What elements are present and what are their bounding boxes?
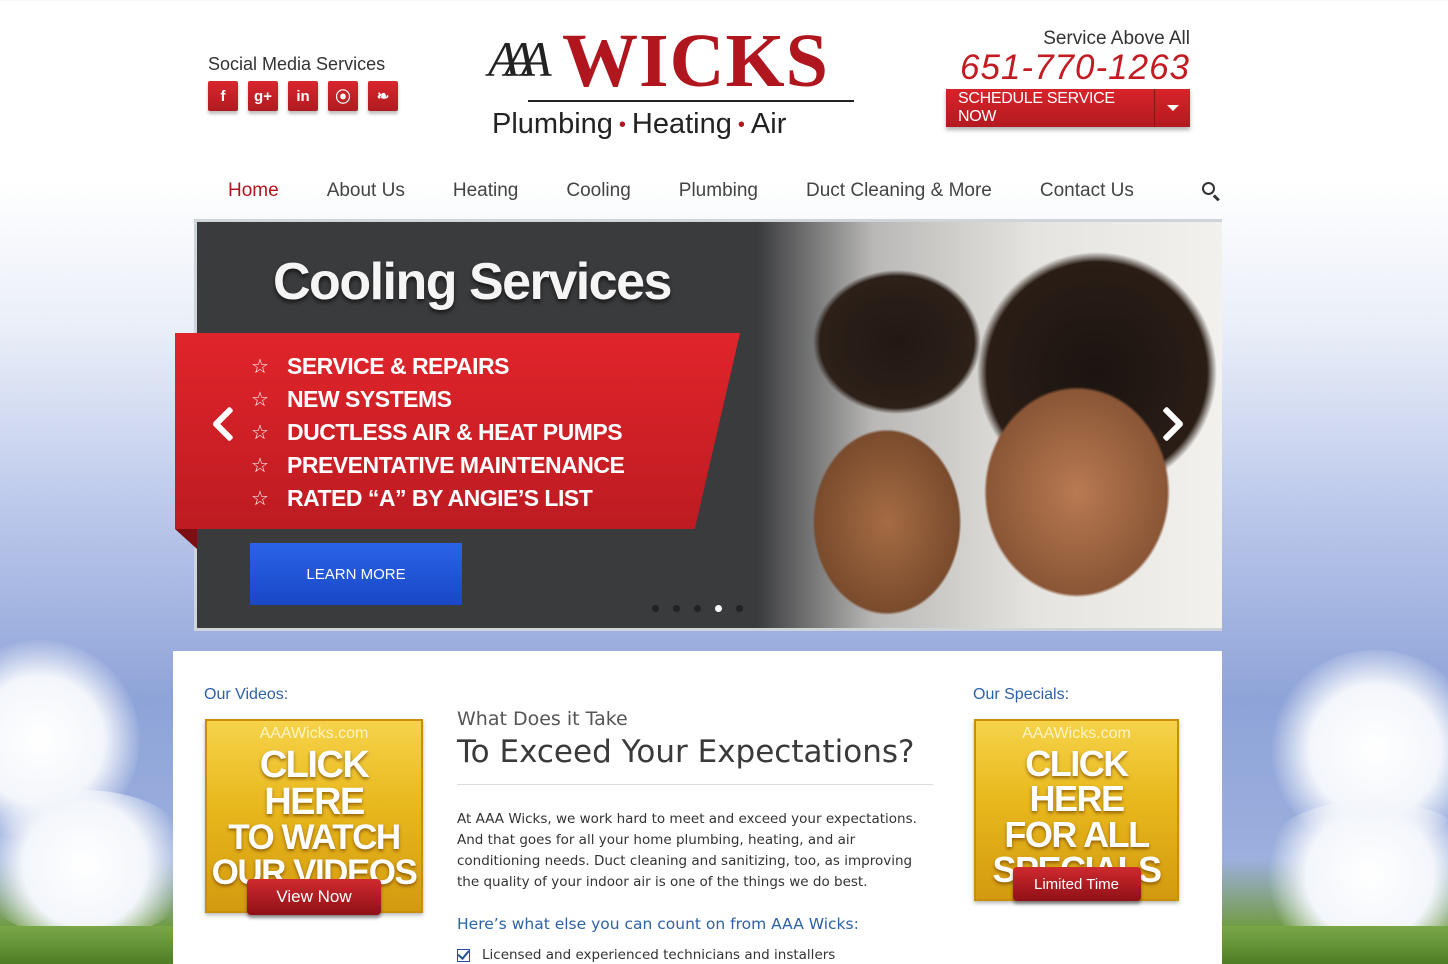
videos-promo[interactable]: AAAWicks.com CLICK HERE TO WATCH OUR VID…: [205, 719, 423, 915]
checkbox-icon: [457, 948, 470, 962]
star-icon: ☆: [251, 356, 269, 378]
slide-title: Cooling Services: [273, 253, 672, 311]
social-media-label: Social Media Services: [208, 54, 386, 74]
feature-item: ☆ SERVICE & REPAIRS: [251, 350, 624, 383]
feature-text: PREVENTATIVE MAINTENANCE: [287, 452, 625, 478]
logo-tagline-plumbing: Plumbing: [492, 108, 613, 140]
facebook-icon[interactable]: f: [208, 81, 238, 111]
cloud-decoration: [0, 790, 200, 940]
slider-dot[interactable]: [673, 605, 680, 612]
limited-time-button[interactable]: Limited Time: [1012, 867, 1141, 901]
star-icon: ☆: [251, 422, 269, 444]
specials-promo-line1: CLICK HERE: [1025, 743, 1129, 820]
star-icon: ☆: [251, 488, 269, 510]
slider-dot-active[interactable]: [715, 605, 722, 612]
slider-dot[interactable]: [694, 605, 701, 612]
videos-promo-line2: TO WATCH: [228, 818, 401, 858]
main-nav: Home About Us Heating Cooling Plumbing D…: [204, 180, 1222, 202]
feature-item: ☆ PREVENTATIVE MAINTENANCE: [251, 449, 625, 482]
chevron-down-icon[interactable]: [1154, 89, 1190, 127]
hero-photo: [757, 222, 1222, 628]
logo-tagline-dot: •: [737, 113, 745, 136]
feature-text: NEW SYSTEMS: [287, 386, 452, 412]
logo-tagline-heating: Heating: [631, 108, 732, 140]
checklist-text: Licensed and experienced technicians and…: [482, 947, 836, 963]
social-media-block: Social Media Services f g+ in ⦿ ❧: [208, 54, 398, 111]
search-icon[interactable]: [1200, 180, 1222, 202]
schedule-service-button[interactable]: SCHEDULE SERVICE NOW: [946, 89, 1190, 127]
slider-dots: [652, 605, 743, 612]
chevron-left-icon[interactable]: [209, 406, 234, 442]
schedule-service-label: SCHEDULE SERVICE NOW: [958, 90, 1115, 125]
linkedin-icon[interactable]: in: [288, 81, 318, 111]
nav-item-about-us[interactable]: About Us: [303, 180, 429, 202]
feature-text: RATED “A” BY ANGIE’S LIST: [287, 485, 593, 511]
site-logo[interactable]: AAA WICKS Plumbing • Heating • Air: [488, 19, 858, 146]
twitter-icon[interactable]: ❧: [368, 81, 398, 111]
intro-pre-title: What Does it Take: [457, 708, 628, 730]
checklist-item: Licensed and experienced technicians and…: [457, 947, 933, 963]
nav-item-plumbing[interactable]: Plumbing: [655, 180, 782, 202]
logo-wicks: WICKS: [562, 19, 829, 103]
nav-item-duct-cleaning[interactable]: Duct Cleaning & More: [782, 180, 1016, 202]
feature-item: ☆ NEW SYSTEMS: [251, 383, 624, 416]
phone-number[interactable]: 651-770-1263: [960, 48, 1190, 88]
logo-tagline-air: Air: [750, 108, 787, 140]
learn-more-button[interactable]: LEARN MORE: [250, 543, 462, 605]
videos-promo-line1: CLICK HERE: [259, 744, 370, 824]
slider-dot[interactable]: [736, 605, 743, 612]
specials-promo-line2: FOR ALL: [1004, 813, 1150, 855]
slider-dot[interactable]: [652, 605, 659, 612]
videos-heading: Our Videos:: [204, 686, 289, 703]
specials-promo-site: AAAWicks.com: [1022, 725, 1131, 742]
logo-tagline-dot: •: [618, 113, 626, 136]
feature-text: DUCTLESS AIR & HEAT PUMPS: [287, 419, 623, 445]
feature-list: ☆ SERVICE & REPAIRS ☆ NEW SYSTEMS ☆ DUCTLES…: [251, 350, 625, 515]
slide-banner-fold: [175, 529, 197, 549]
nav-item-home[interactable]: Home: [204, 180, 303, 202]
header-contact: Service Above All 651-770-1263: [960, 28, 1190, 88]
social-icons: f g+ in ⦿ ❧: [208, 81, 398, 111]
intro-body: At AAA Wicks, we work hard to meet and e…: [457, 811, 917, 890]
google-plus-icon[interactable]: g+: [248, 81, 278, 111]
specials-heading: Our Specials:: [973, 686, 1070, 703]
hero-slider: Cooling Services ☆ SERVICE & REPAIRS ☆ NEW…: [175, 219, 1222, 631]
intro-subhead: Here’s what else you can count on from A…: [457, 915, 859, 933]
specials-promo[interactable]: AAAWicks.com CLICK HERE FOR ALL SPECIALS…: [974, 719, 1179, 901]
feature-text: SERVICE & REPAIRS: [287, 353, 509, 379]
feature-item: ☆ RATED “A” BY ANGIE’S LIST: [251, 482, 624, 515]
intro-title: To Exceed Your Expectations?: [457, 734, 933, 785]
chevron-right-icon[interactable]: [1162, 406, 1185, 442]
view-now-button[interactable]: View Now: [247, 879, 381, 915]
videos-promo-site: AAAWicks.com: [259, 725, 369, 742]
star-icon: ☆: [251, 455, 269, 477]
rss-icon[interactable]: ⦿: [328, 81, 358, 111]
feature-item: ☆ DUCTLESS AIR & HEAT PUMPS: [251, 416, 624, 449]
intro-section: What Does it Take To Exceed Your Expecta…: [457, 708, 933, 963]
nav-item-contact-us[interactable]: Contact Us: [1016, 180, 1158, 202]
star-icon: ☆: [251, 389, 269, 411]
logo-underline: [528, 100, 854, 102]
nav-item-heating[interactable]: Heating: [429, 180, 543, 202]
logo-tagline: Plumbing • Heating • Air: [492, 108, 786, 141]
content-panel: Our Videos: AAAWicks.com CLICK HERE TO W…: [173, 651, 1222, 964]
logo-aaa: AAA: [488, 31, 552, 87]
nav-item-cooling[interactable]: Cooling: [542, 180, 654, 202]
motto: Service Above All: [1043, 28, 1190, 49]
